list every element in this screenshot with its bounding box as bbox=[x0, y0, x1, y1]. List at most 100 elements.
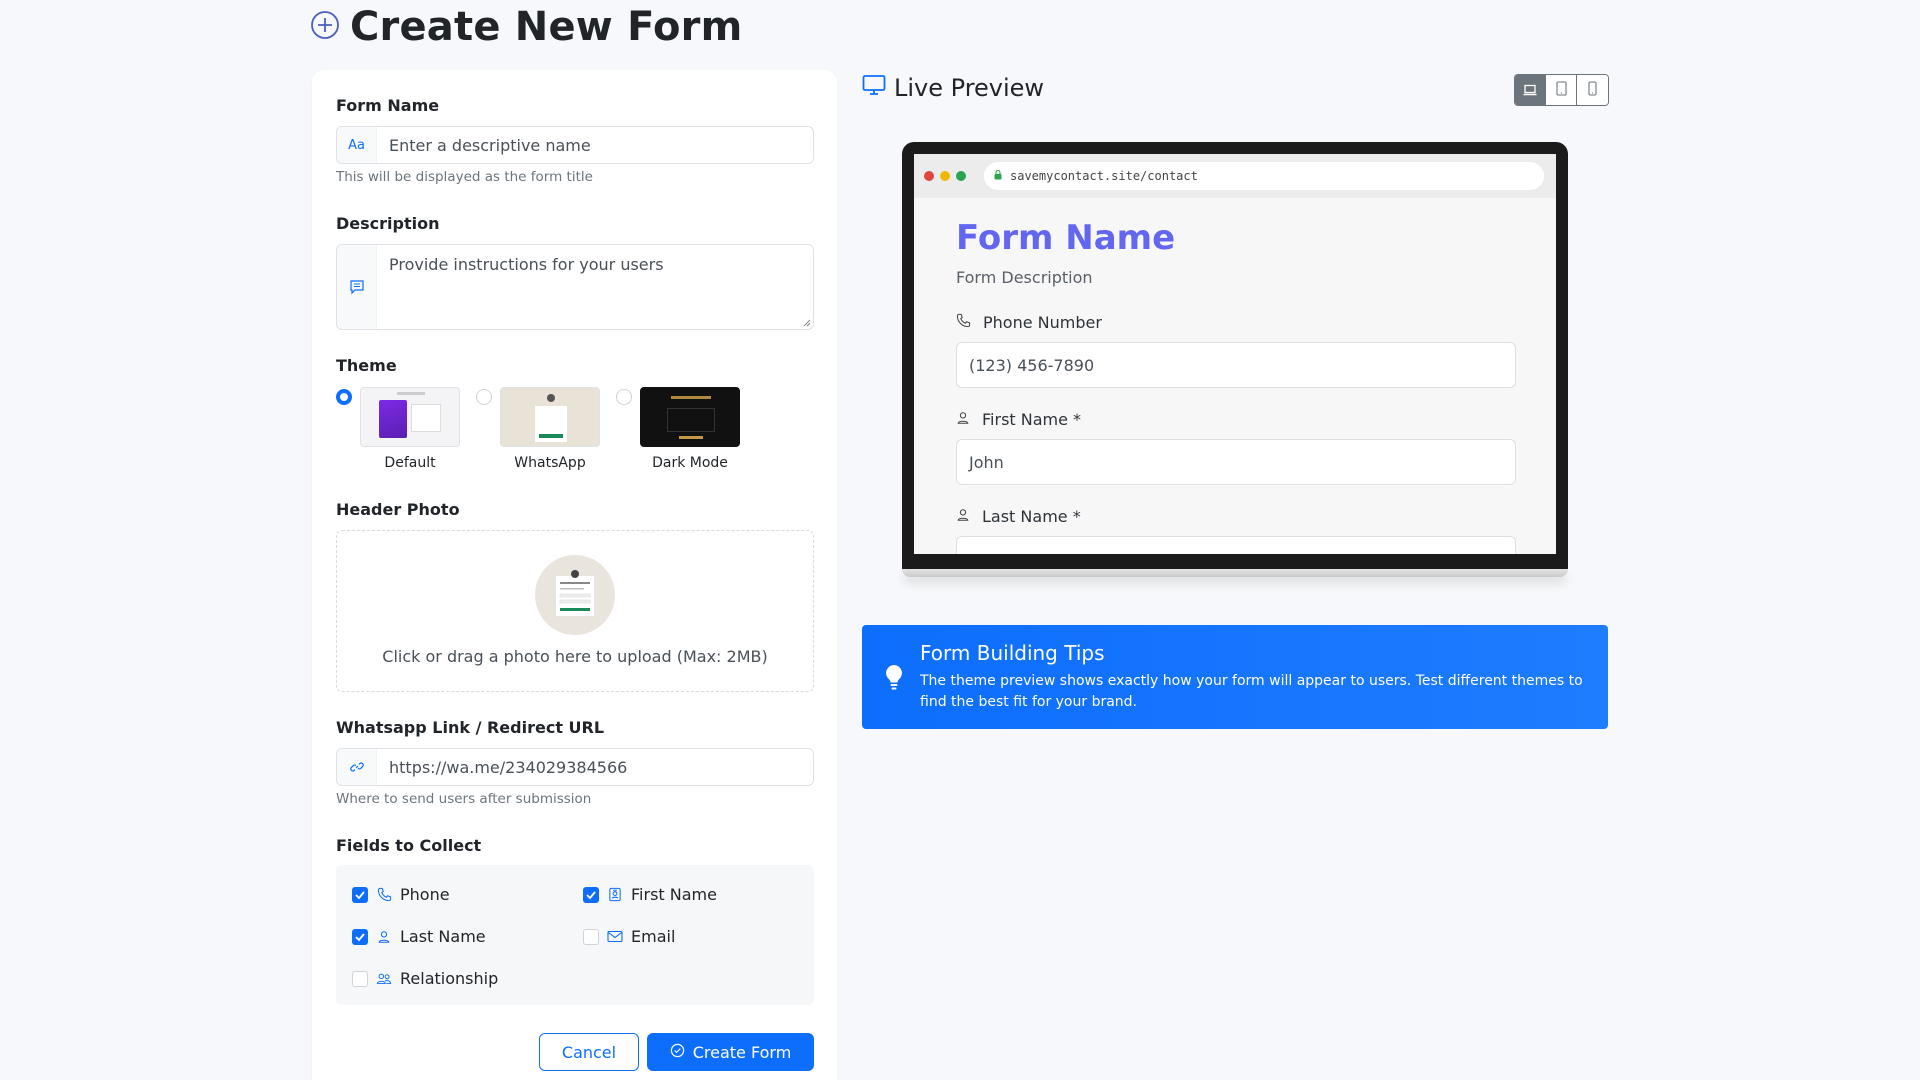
tips-title: Form Building Tips bbox=[920, 641, 1105, 665]
device-toggle-group bbox=[1514, 74, 1609, 106]
theme-thumbnail-default[interactable] bbox=[360, 387, 460, 447]
monitor-icon bbox=[862, 74, 886, 102]
header-photo-label: Header Photo bbox=[336, 500, 460, 519]
preview-input-first-name[interactable]: John bbox=[956, 439, 1516, 485]
fields-label: Fields to Collect bbox=[336, 836, 482, 855]
theme-name-dark: Dark Mode bbox=[652, 455, 728, 471]
header-photo-thumbnail bbox=[535, 555, 615, 635]
checkbox-email[interactable] bbox=[583, 928, 599, 945]
theme-option-default[interactable]: Default bbox=[336, 387, 476, 477]
redirect-help: Where to send users after submission bbox=[336, 791, 592, 807]
theme-options: Default WhatsApp Dark Mode bbox=[336, 387, 756, 477]
close-dot-icon bbox=[924, 171, 934, 181]
preview-input-phone[interactable]: (123) 456-7890 bbox=[956, 342, 1516, 388]
checkbox-last-name[interactable] bbox=[352, 928, 368, 945]
checkbox-first-name[interactable] bbox=[583, 886, 599, 903]
live-preview-title: Live Preview bbox=[894, 74, 1045, 102]
field-label-last-name: Last Name bbox=[400, 927, 486, 946]
resize-grip-icon[interactable] bbox=[803, 319, 811, 327]
phone-icon bbox=[376, 887, 392, 903]
redirect-label: Whatsapp Link / Redirect URL bbox=[336, 718, 605, 737]
page-title: Create New Form bbox=[350, 4, 743, 50]
people-icon bbox=[376, 971, 392, 987]
check-circle-icon bbox=[670, 1043, 685, 1062]
theme-option-dark[interactable]: Dark Mode bbox=[616, 387, 756, 477]
preview-form-description: Form Description bbox=[956, 268, 1093, 287]
preview-label-first-name: First Name * bbox=[982, 410, 1082, 429]
maximize-dot-icon bbox=[956, 171, 966, 181]
description-placeholder: Provide instructions for your users bbox=[389, 255, 664, 274]
checkbox-phone[interactable] bbox=[352, 886, 368, 903]
theme-label: Theme bbox=[336, 356, 397, 375]
theme-radio-dark[interactable] bbox=[616, 389, 632, 405]
field-label-phone: Phone bbox=[400, 885, 450, 904]
laptop-preview-frame: savemycontact.site/contact Form Name For… bbox=[902, 142, 1568, 582]
preview-form-title: Form Name bbox=[956, 218, 1176, 258]
field-option-phone[interactable]: Phone bbox=[352, 885, 450, 904]
preview-field-first-name: First Name * bbox=[956, 410, 1516, 429]
description-label: Description bbox=[336, 214, 440, 233]
live-preview-heading: Live Preview bbox=[862, 74, 1044, 102]
theme-radio-default[interactable] bbox=[336, 389, 352, 405]
field-option-email[interactable]: Email bbox=[583, 927, 675, 946]
photo-upload-dropzone[interactable]: Click or drag a photo here to upload (Ma… bbox=[336, 530, 814, 692]
theme-thumbnail-dark[interactable] bbox=[640, 387, 740, 447]
field-option-last-name[interactable]: Last Name bbox=[352, 927, 486, 946]
theme-option-whatsapp[interactable]: WhatsApp bbox=[476, 387, 616, 477]
create-form-button[interactable]: Create Form bbox=[647, 1033, 814, 1071]
field-label-email: Email bbox=[631, 927, 676, 946]
tips-alert: Form Building Tips The theme preview sho… bbox=[862, 625, 1608, 729]
redirect-field[interactable]: https://wa.me/234029384566 bbox=[336, 748, 814, 786]
minimize-dot-icon bbox=[940, 171, 950, 181]
envelope-icon bbox=[607, 929, 623, 945]
link-icon bbox=[337, 749, 377, 785]
upload-instructions: Click or drag a photo here to upload (Ma… bbox=[382, 647, 768, 666]
description-field[interactable]: Provide instructions for your users bbox=[336, 244, 814, 330]
text-format-icon: Aa bbox=[337, 127, 377, 163]
theme-radio-whatsapp[interactable] bbox=[476, 389, 492, 405]
browser-bar: savemycontact.site/contact bbox=[914, 154, 1556, 198]
theme-name-whatsapp: WhatsApp bbox=[514, 455, 586, 471]
phone-device-icon bbox=[1588, 80, 1597, 100]
create-form-label: Create Form bbox=[692, 1042, 792, 1062]
preview-screen: savemycontact.site/contact Form Name For… bbox=[914, 154, 1556, 554]
preview-label-phone: Phone Number bbox=[983, 313, 1102, 332]
desktop-view-button[interactable] bbox=[1515, 75, 1546, 105]
person-icon bbox=[956, 507, 970, 526]
chat-icon bbox=[337, 245, 377, 329]
tablet-icon bbox=[1555, 80, 1567, 100]
form-name-help: This will be displayed as the form title bbox=[336, 169, 593, 185]
field-option-first-name[interactable]: First Name bbox=[583, 885, 717, 904]
person-icon bbox=[376, 929, 392, 945]
preview-field-phone: Phone Number bbox=[956, 313, 1516, 332]
laptop-base bbox=[902, 569, 1568, 577]
fields-checklist: Phone First Name Last Name Email Relatio… bbox=[336, 865, 814, 1005]
preview-field-last-name: Last Name * bbox=[956, 507, 1516, 526]
description-textarea[interactable]: Provide instructions for your users bbox=[377, 245, 813, 329]
preview-url: savemycontact.site/contact bbox=[1010, 169, 1198, 183]
theme-name-default: Default bbox=[384, 455, 436, 471]
person-icon bbox=[956, 410, 970, 429]
badge-icon bbox=[607, 887, 623, 903]
phone-icon bbox=[956, 313, 971, 332]
page-header: Create New Form bbox=[310, 4, 742, 50]
mobile-view-button[interactable] bbox=[1577, 75, 1608, 105]
preview-input-last-name[interactable] bbox=[956, 536, 1516, 554]
field-option-relationship[interactable]: Relationship bbox=[352, 969, 498, 988]
form-name-input[interactable]: Enter a descriptive name bbox=[377, 127, 813, 163]
preview-form: Form Name Form Description Phone Number … bbox=[956, 218, 1516, 554]
form-name-label: Form Name bbox=[336, 96, 440, 115]
laptop-bezel: savemycontact.site/contact Form Name For… bbox=[902, 142, 1568, 570]
checkbox-relationship[interactable] bbox=[352, 970, 368, 987]
form-card: Form Name Aa Enter a descriptive name Th… bbox=[312, 70, 837, 1080]
form-name-field[interactable]: Aa Enter a descriptive name bbox=[336, 126, 814, 164]
field-label-first-name: First Name bbox=[631, 885, 717, 904]
plus-circle-icon bbox=[310, 10, 340, 44]
tablet-view-button[interactable] bbox=[1546, 75, 1577, 105]
redirect-url-input[interactable]: https://wa.me/234029384566 bbox=[377, 749, 813, 785]
theme-thumbnail-whatsapp[interactable] bbox=[500, 387, 600, 447]
preview-label-last-name: Last Name * bbox=[982, 507, 1081, 526]
lock-icon bbox=[994, 169, 1002, 183]
cancel-button[interactable]: Cancel bbox=[539, 1033, 639, 1071]
tips-body: The theme preview shows exactly how your… bbox=[920, 673, 1583, 710]
